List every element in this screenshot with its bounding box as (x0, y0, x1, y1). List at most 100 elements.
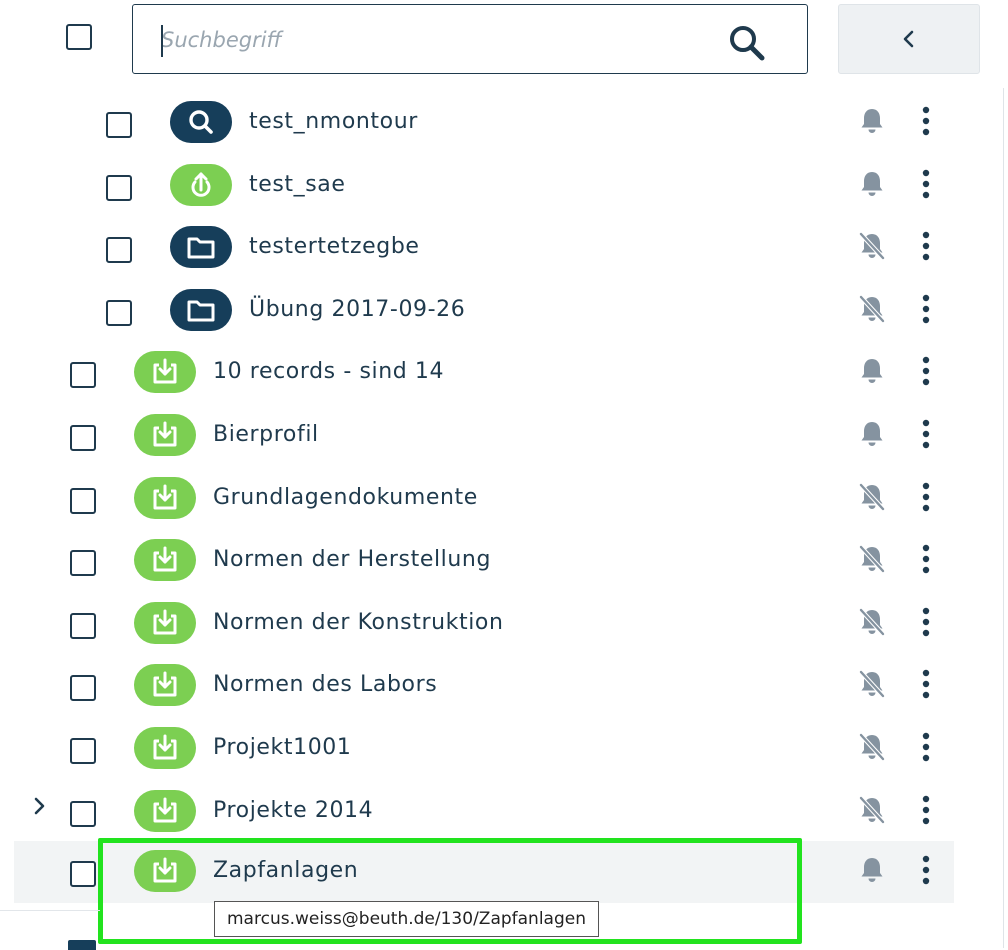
search-input[interactable] (161, 23, 701, 57)
inbox-download-icon (153, 797, 177, 823)
search-box (132, 4, 808, 74)
row-checkbox[interactable] (106, 112, 132, 138)
item-label[interactable]: test_nmontour (249, 108, 418, 136)
more-options-icon[interactable] (918, 854, 934, 886)
bell-off-icon[interactable] (858, 231, 886, 261)
collapse-panel-button[interactable] (838, 4, 980, 74)
type-badge (134, 850, 196, 892)
type-badge (134, 790, 196, 832)
item-label[interactable]: Zapfanlagen (213, 857, 358, 885)
list-item[interactable]: Bierprofil (0, 405, 1000, 467)
more-options-icon[interactable] (918, 794, 934, 826)
more-options-icon[interactable] (918, 668, 934, 700)
list-item[interactable]: Grundlagendokumente (0, 468, 1000, 530)
search-icon[interactable] (727, 23, 767, 63)
bell-icon[interactable] (858, 106, 886, 136)
row-checkbox[interactable] (70, 488, 96, 514)
item-label[interactable]: Bierprofil (213, 421, 319, 449)
bell-off-icon[interactable] (858, 607, 886, 637)
item-label[interactable]: Normen des Labors (213, 671, 437, 699)
inbox-download-icon (153, 421, 177, 447)
list-item[interactable]: 10 records - sind 14 (0, 342, 1000, 404)
row-checkbox[interactable] (70, 861, 96, 887)
list-item[interactable]: Übung 2017-09-26 (0, 280, 1000, 342)
more-options-icon[interactable] (918, 543, 934, 575)
list-item[interactable]: Normen des Labors (0, 655, 1000, 717)
bell-icon[interactable] (858, 855, 886, 885)
type-badge (170, 164, 232, 206)
item-label[interactable]: 10 records - sind 14 (213, 358, 444, 386)
list-item[interactable]: Projekt1001 (0, 718, 1000, 780)
item-label[interactable]: Übung 2017-09-26 (249, 296, 465, 324)
next-item-peek (68, 940, 96, 950)
item-label[interactable]: Projekt1001 (213, 734, 352, 762)
bell-icon[interactable] (858, 419, 886, 449)
row-checkbox[interactable] (70, 801, 96, 827)
folder-icon (187, 237, 215, 259)
list-item[interactable]: Projekte 2014 (0, 781, 1000, 843)
row-checkbox[interactable] (70, 362, 96, 388)
row-checkbox[interactable] (70, 738, 96, 764)
bell-off-icon[interactable] (858, 669, 886, 699)
select-all-checkbox[interactable] (66, 24, 92, 50)
search-icon (189, 110, 213, 134)
type-badge (134, 477, 196, 519)
more-options-icon[interactable] (918, 481, 934, 513)
row-checkbox[interactable] (70, 425, 96, 451)
more-options-icon[interactable] (918, 606, 934, 638)
list-item[interactable]: Normen der Herstellung (0, 530, 1000, 592)
text-caret (161, 25, 163, 57)
more-options-icon[interactable] (918, 105, 934, 137)
item-label[interactable]: test_sae (249, 171, 346, 199)
more-options-icon[interactable] (918, 355, 934, 387)
row-checkbox[interactable] (70, 550, 96, 576)
bell-off-icon[interactable] (858, 732, 886, 762)
panel-divider (1003, 88, 1004, 948)
inbox-download-icon (153, 546, 177, 572)
type-badge (134, 414, 196, 456)
type-badge (134, 602, 196, 644)
item-label[interactable]: Normen der Herstellung (213, 546, 491, 574)
item-label[interactable]: Grundlagendokumente (213, 484, 478, 512)
bell-off-icon[interactable] (858, 544, 886, 574)
row-checkbox[interactable] (70, 613, 96, 639)
more-options-icon[interactable] (918, 230, 934, 262)
type-badge (134, 351, 196, 393)
list-item[interactable]: Normen der Konstruktion (0, 593, 1000, 655)
list-bottom-divider (0, 910, 100, 911)
type-badge (170, 226, 232, 268)
inbox-download-icon (153, 734, 177, 760)
chevron-left-icon (903, 30, 914, 48)
list-item[interactable]: test_sae (0, 155, 1000, 217)
item-label[interactable]: Projekte 2014 (213, 797, 373, 825)
row-checkbox[interactable] (106, 237, 132, 263)
list-item[interactable]: testertetzegbe (0, 217, 1000, 279)
type-badge (134, 539, 196, 581)
list-item[interactable]: test_nmontour (0, 92, 1000, 154)
row-checkbox[interactable] (70, 675, 96, 701)
type-badge (170, 289, 232, 331)
item-label[interactable]: Normen der Konstruktion (213, 609, 504, 637)
row-checkbox[interactable] (106, 300, 132, 326)
bell-icon[interactable] (858, 356, 886, 386)
path-tooltip: marcus.weiss@beuth.de/130/Zapfanlagen (214, 901, 599, 937)
more-options-icon[interactable] (918, 293, 934, 325)
upload-hand-icon (191, 172, 211, 197)
bell-icon[interactable] (858, 169, 886, 199)
inbox-download-icon (153, 358, 177, 384)
item-label[interactable]: testertetzegbe (249, 233, 420, 261)
type-badge (134, 664, 196, 706)
more-options-icon[interactable] (918, 418, 934, 450)
more-options-icon[interactable] (918, 168, 934, 200)
type-badge (170, 101, 232, 143)
chevron-right-icon[interactable] (30, 795, 50, 817)
bell-off-icon[interactable] (858, 482, 886, 512)
more-options-icon[interactable] (918, 731, 934, 763)
bell-off-icon[interactable] (858, 294, 886, 324)
inbox-download-icon (153, 857, 177, 883)
list-item[interactable]: Zapfanlagen (14, 841, 954, 903)
bell-off-icon[interactable] (858, 795, 886, 825)
inbox-download-icon (153, 609, 177, 635)
inbox-download-icon (153, 484, 177, 510)
row-checkbox[interactable] (106, 175, 132, 201)
